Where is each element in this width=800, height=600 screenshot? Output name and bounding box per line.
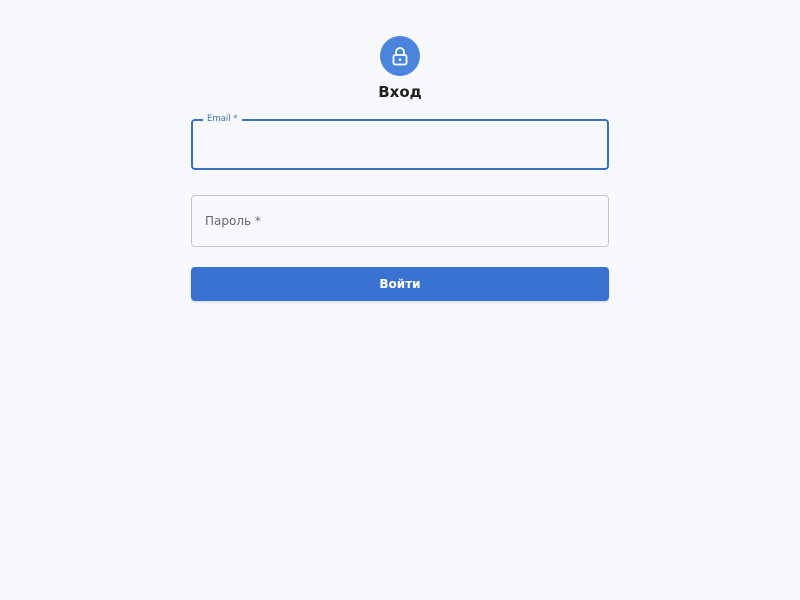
email-field[interactable]: Email * bbox=[191, 113, 609, 170]
password-field[interactable]: Пароль * bbox=[191, 195, 609, 247]
login-form: Вход Email * Пароль * Войти bbox=[191, 36, 609, 301]
lock-icon bbox=[392, 47, 408, 66]
page-title: Вход bbox=[378, 83, 422, 101]
password-input[interactable] bbox=[192, 196, 608, 246]
email-label: Email * bbox=[203, 113, 242, 125]
login-button[interactable]: Войти bbox=[191, 267, 609, 301]
avatar bbox=[380, 36, 420, 76]
email-input[interactable] bbox=[193, 121, 607, 168]
